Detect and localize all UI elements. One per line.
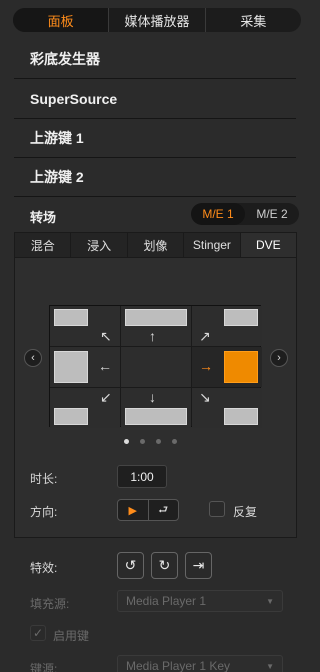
play-icon: ▶ — [128, 504, 137, 517]
tab-media-player[interactable]: 媒体播放器 — [108, 8, 204, 32]
reverse-checkbox[interactable] — [209, 501, 225, 517]
dve-top-right[interactable]: ↗ — [192, 306, 262, 346]
page-dot[interactable] — [124, 439, 129, 444]
dve-right[interactable]: → — [192, 347, 262, 387]
dve-left[interactable]: ← — [50, 347, 120, 387]
arrow-up-right-icon: ↗ — [199, 328, 211, 344]
next-page-button[interactable]: › — [270, 349, 288, 367]
tab-dve[interactable]: DVE — [239, 233, 297, 257]
section-upstream-key-1[interactable]: 上游键 1 — [14, 118, 296, 158]
preview-box — [54, 309, 88, 326]
fill-source-label: 填充源: — [30, 597, 70, 611]
preview-box — [224, 408, 258, 425]
arrow-left-icon: ← — [98, 358, 112, 374]
dve-bottom-right[interactable]: ↘ — [192, 388, 262, 428]
direction-label: 方向: — [30, 505, 58, 519]
tab-panel[interactable]: 面板 — [13, 8, 109, 32]
checkmark-icon: ✓ — [32, 626, 44, 640]
section-color-generator[interactable]: 彩底发生器 — [14, 39, 296, 79]
me2-button[interactable]: M/E 2 — [245, 203, 299, 225]
dve-top[interactable]: ↑ — [121, 306, 191, 346]
top-tab-bar: 面板 媒体播放器 采集 — [13, 8, 301, 32]
preview-box — [125, 309, 187, 326]
preview-box — [125, 408, 187, 425]
page-dot[interactable] — [172, 439, 177, 444]
duration-field[interactable]: 1:00 — [117, 465, 167, 488]
reverse-loop-icon: ⮐ — [158, 503, 169, 516]
me-toggle: M/E 1 M/E 2 — [191, 203, 299, 225]
key-source-label: 键源: — [30, 662, 58, 672]
page-indicator — [124, 439, 177, 444]
page-dot[interactable] — [156, 439, 161, 444]
direction-reverse-button[interactable]: ⮐ — [147, 500, 179, 520]
chevron-left-icon: ‹ — [31, 352, 35, 364]
tab-mix[interactable]: 混合 — [15, 233, 70, 257]
preview-box-selected — [224, 351, 258, 383]
reverse-label: 反复 — [233, 505, 258, 519]
arrow-down-icon: ↓ — [149, 389, 156, 405]
arrow-up-icon: ↑ — [149, 328, 156, 344]
prev-page-button[interactable]: ‹ — [24, 349, 42, 367]
rotate-ccw-icon: ↺ — [124, 557, 137, 573]
key-source-dropdown[interactable]: Media Player 1 Key ▼ — [117, 655, 283, 672]
rotate-ccw-button[interactable]: ↺ — [117, 552, 144, 579]
fly-out-button[interactable]: ⇥ — [185, 552, 212, 579]
effects-label: 特效: — [30, 561, 58, 575]
dve-bottom[interactable]: ↓ — [121, 388, 191, 428]
fill-source-dropdown[interactable]: Media Player 1 ▼ — [117, 590, 283, 612]
tab-wipe[interactable]: 划像 — [126, 233, 183, 257]
arrow-up-left-icon: ↖ — [100, 328, 112, 344]
arrow-down-right-icon: ↘ — [199, 389, 211, 405]
duration-label: 时长: — [30, 472, 58, 486]
key-source-value: Media Player 1 Key — [126, 659, 231, 672]
page-dot[interactable] — [140, 439, 145, 444]
direction-toggle: ▶ ⮐ — [117, 499, 179, 521]
me1-button[interactable]: M/E 1 — [191, 203, 245, 225]
dve-direction-grid: ↖ ↑ ↗ ← → ↙ ↓ ↘ — [49, 305, 262, 428]
direction-normal-button[interactable]: ▶ — [118, 500, 148, 520]
tab-dip[interactable]: 浸入 — [70, 233, 126, 257]
rotate-cw-button[interactable]: ↻ — [151, 552, 178, 579]
transition-label: 转场 — [30, 210, 57, 225]
arrow-right-icon: → — [199, 358, 213, 374]
section-upstream-key-2[interactable]: 上游键 2 — [14, 157, 296, 197]
tab-capture[interactable]: 采集 — [204, 8, 301, 32]
transition-tabs: 混合 浸入 划像 Stinger DVE — [14, 232, 297, 258]
preview-box — [54, 351, 88, 383]
caret-down-icon: ▼ — [266, 661, 274, 671]
arrow-down-left-icon: ↙ — [100, 389, 112, 405]
enable-key-checkbox[interactable]: ✓ — [30, 625, 46, 641]
section-supersource[interactable]: SuperSource — [14, 79, 296, 119]
tab-stinger[interactable]: Stinger — [183, 233, 239, 257]
rotate-cw-icon: ↻ — [158, 557, 171, 573]
enable-key-label: 启用键 — [53, 629, 90, 643]
dve-center — [121, 347, 191, 387]
dve-bottom-left[interactable]: ↙ — [50, 388, 120, 428]
caret-down-icon: ▼ — [266, 596, 274, 606]
dve-top-left[interactable]: ↖ — [50, 306, 120, 346]
divider — [14, 537, 297, 538]
preview-box — [54, 408, 88, 425]
fill-source-value: Media Player 1 — [126, 594, 207, 608]
chevron-right-icon: › — [277, 352, 281, 364]
preview-box — [224, 309, 258, 326]
arrow-to-edge-icon: ⇥ — [192, 557, 205, 573]
